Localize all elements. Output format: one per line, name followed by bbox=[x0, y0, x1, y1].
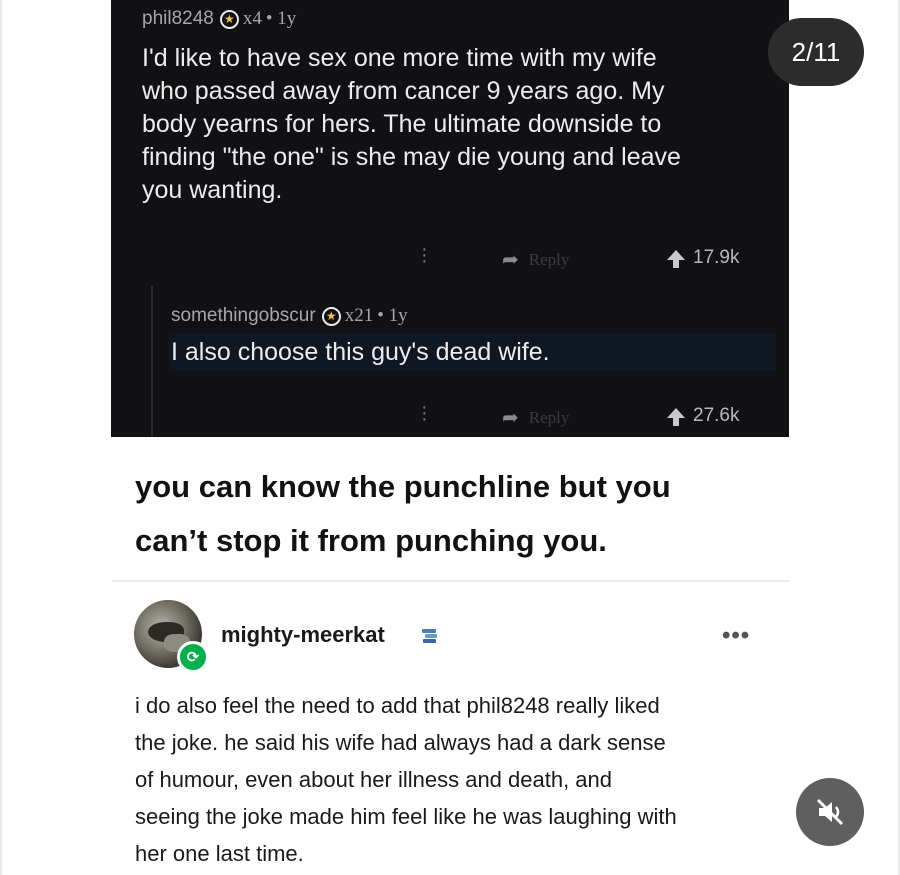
upvote-arrow-icon[interactable] bbox=[667, 250, 685, 268]
comment-line: who passed away from cancer 9 years ago.… bbox=[142, 77, 665, 105]
reply-button[interactable]: ➦ Reply bbox=[502, 247, 569, 272]
speaker-muted-icon bbox=[816, 798, 844, 826]
reply-post-text: i do also feel the need to add that phil… bbox=[135, 687, 775, 872]
reply-meta: somethingobscur ★ x21 • 1y bbox=[171, 305, 408, 327]
post-line: of humour, even about her illness and de… bbox=[135, 767, 613, 792]
comment-body: I'd like to have sex one more time with … bbox=[142, 42, 782, 207]
thread-line bbox=[151, 286, 153, 436]
comment-line: finding "the one" is she may die young a… bbox=[142, 143, 681, 171]
vote-count: 27.6k bbox=[693, 405, 740, 426]
reply-label: Reply bbox=[528, 249, 570, 269]
reblog-icon: ⟳ bbox=[177, 641, 209, 673]
upvote-group[interactable]: 17.9k bbox=[667, 247, 739, 269]
more-options-icon[interactable]: · · · bbox=[421, 239, 428, 271]
mute-button[interactable] bbox=[796, 778, 864, 846]
award-icon: ★ bbox=[321, 306, 341, 326]
reply-age: • 1y bbox=[377, 305, 408, 326]
reply-username[interactable]: somethingobscur bbox=[171, 305, 316, 327]
award-icon: ★ bbox=[219, 9, 239, 29]
comment-meta: phil8248 ★ x4 • 1y bbox=[142, 8, 296, 30]
comment-line: I'd like to have sex one more time with … bbox=[142, 44, 657, 72]
vote-count: 17.9k bbox=[693, 247, 740, 268]
caption-line: you can know the punchline but you bbox=[135, 469, 671, 504]
reply-arrow-icon: ➦ bbox=[502, 407, 519, 429]
divider bbox=[112, 580, 790, 582]
blog-badge-icon[interactable] bbox=[419, 627, 441, 647]
comment-age: • 1y bbox=[265, 8, 297, 29]
post-line: seeing the joke made him feel like he wa… bbox=[135, 804, 677, 829]
comment-line: body yearns for hers. The ultimate downs… bbox=[142, 110, 662, 138]
more-menu-icon[interactable]: ••• bbox=[722, 622, 750, 650]
post-line: the joke. he said his wife had always ha… bbox=[135, 730, 666, 755]
caption-line: can’t stop it from punching you. bbox=[135, 523, 607, 558]
reply-arrow-icon: ➦ bbox=[502, 249, 519, 271]
page-indicator: 2/11 bbox=[768, 18, 864, 86]
post-caption: you can know the punchline but you can’t… bbox=[135, 460, 775, 568]
reply-button[interactable]: ➦ Reply bbox=[502, 405, 569, 430]
more-options-icon[interactable]: · · · bbox=[421, 397, 428, 429]
upvote-group[interactable]: 27.6k bbox=[667, 405, 739, 427]
award-count: x4 bbox=[242, 8, 262, 29]
comment-line: you wanting. bbox=[142, 176, 283, 204]
post-line: i do also feel the need to add that phil… bbox=[135, 693, 660, 718]
reply-label: Reply bbox=[528, 407, 570, 427]
reply-author-username[interactable]: mighty-meerkat bbox=[221, 622, 385, 648]
comment-username[interactable]: phil8248 bbox=[142, 8, 214, 30]
reddit-screenshot: phil8248 ★ x4 • 1y I'd like to have sex … bbox=[111, 0, 789, 437]
reply-body: I also choose this guy's dead wife. bbox=[171, 338, 550, 366]
post-line: her one last time. bbox=[135, 841, 304, 866]
frame-border-left bbox=[0, 0, 2, 875]
upvote-arrow-icon[interactable] bbox=[667, 408, 685, 426]
award-count: x21 bbox=[344, 305, 374, 326]
